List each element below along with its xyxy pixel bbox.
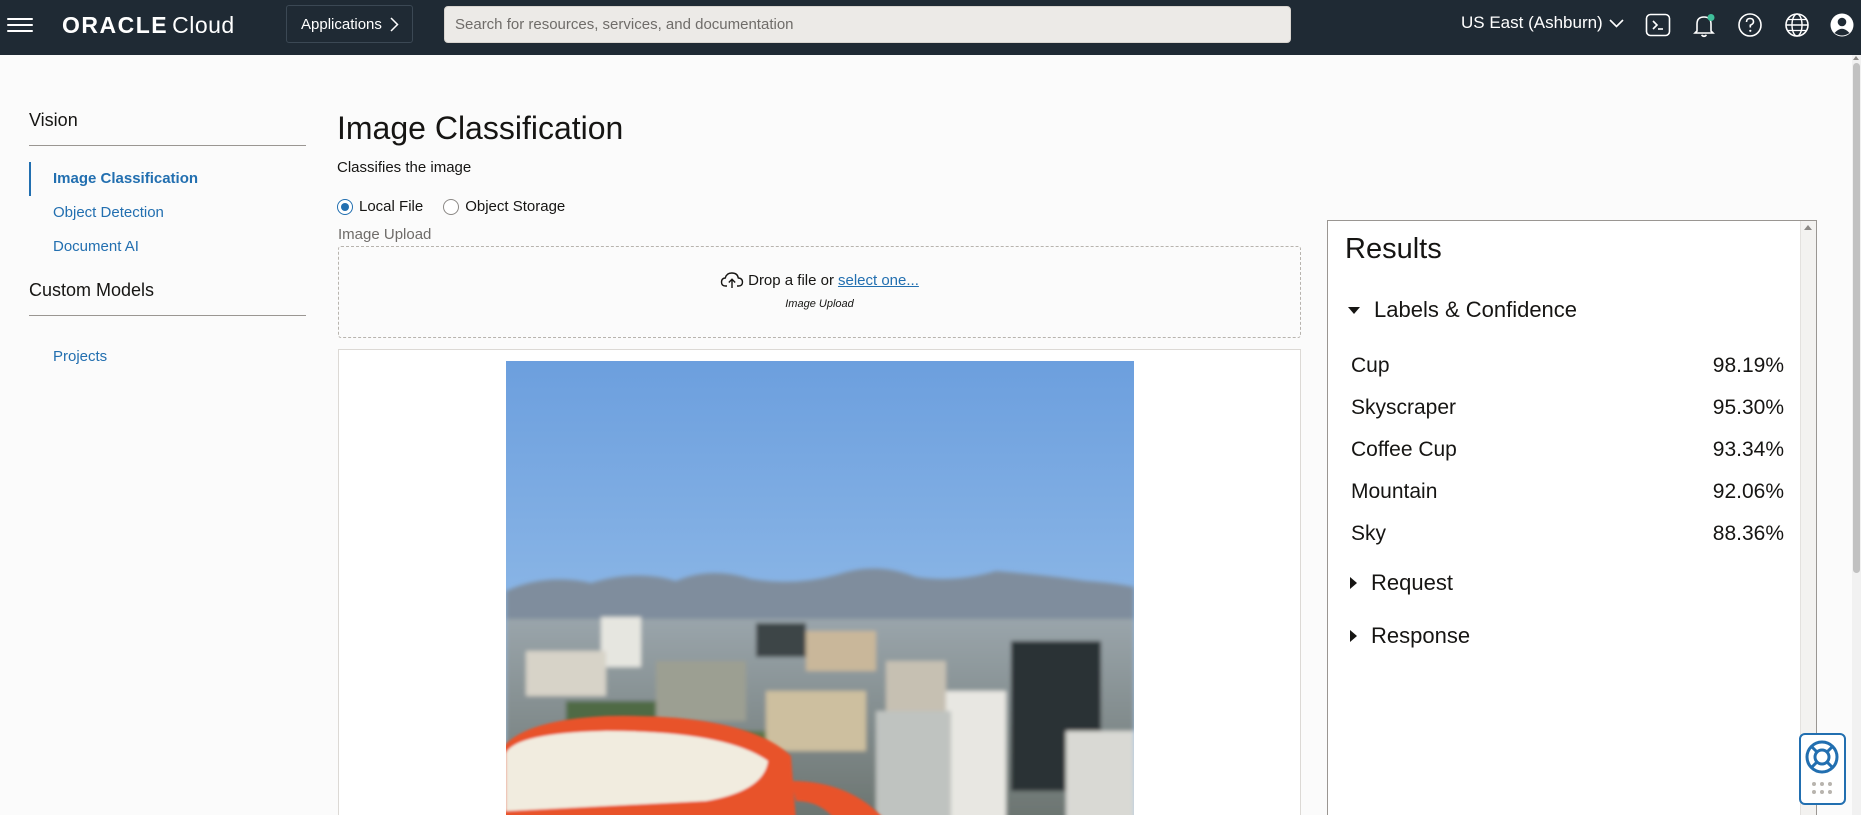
region-label: US East (Ashburn) bbox=[1461, 13, 1603, 32]
label-row: Coffee Cup 93.34% bbox=[1351, 438, 1784, 462]
search-input[interactable] bbox=[444, 6, 1291, 43]
image-upload-label: Image Upload bbox=[338, 226, 432, 243]
page-title: Image Classification bbox=[337, 110, 624, 146]
select-file-link[interactable]: select one... bbox=[838, 272, 919, 289]
globe-icon[interactable] bbox=[1784, 12, 1810, 38]
radio-checked-icon bbox=[337, 198, 353, 215]
page-header: Image Classification bbox=[337, 110, 623, 147]
page-scroll-up-icon[interactable] bbox=[1853, 56, 1859, 60]
lifebuoy-icon bbox=[1805, 740, 1839, 774]
scroll-up-arrow-icon[interactable] bbox=[1804, 225, 1812, 230]
drop-text: Drop a file or bbox=[748, 271, 834, 289]
sidebar-item-image-classification[interactable]: Image Classification bbox=[29, 162, 306, 196]
nav-heading-vision: Vision bbox=[29, 110, 306, 146]
object-storage-label: Object Storage bbox=[465, 198, 566, 215]
oracle-cloud-logo[interactable]: ORACLE Cloud bbox=[62, 12, 235, 39]
local-file-label: Local File bbox=[359, 198, 424, 215]
page-subtitle: Classifies the image bbox=[337, 159, 472, 176]
results-title: Results bbox=[1345, 233, 1442, 265]
uploaded-image bbox=[506, 361, 1134, 815]
label-row: Cup 98.19% bbox=[1351, 354, 1784, 378]
menu-icon[interactable] bbox=[7, 14, 33, 36]
vision-nav-list: Image Classification Object Detection Do… bbox=[29, 146, 306, 276]
brand-oracle: ORACLE bbox=[62, 12, 169, 38]
label-confidence: 93.34% bbox=[1712, 438, 1784, 461]
cloud-upload-icon bbox=[720, 272, 744, 288]
file-dropzone[interactable]: Drop a file or select one... Image Uploa… bbox=[338, 246, 1301, 338]
caret-down-icon bbox=[1348, 306, 1360, 314]
chevron-right-icon bbox=[390, 16, 399, 32]
cloud-shell-icon[interactable] bbox=[1645, 12, 1671, 38]
page-scroll-thumb[interactable] bbox=[1853, 63, 1860, 573]
caret-right-icon bbox=[1350, 577, 1357, 589]
help-icon[interactable] bbox=[1737, 12, 1763, 38]
applications-button[interactable]: Applications bbox=[286, 5, 413, 43]
page-scrollbar[interactable] bbox=[1852, 55, 1861, 815]
label-confidence: 95.30% bbox=[1712, 396, 1784, 419]
help-widget-button[interactable] bbox=[1799, 733, 1846, 805]
sidebar-item-projects[interactable]: Projects bbox=[29, 340, 306, 374]
image-source-radio-group: Local File Object Storage bbox=[337, 198, 565, 215]
label-row: Mountain 92.06% bbox=[1351, 480, 1784, 504]
results-scrollbar[interactable] bbox=[1800, 221, 1816, 815]
request-heading: Request bbox=[1371, 570, 1453, 595]
sidebar-item-object-detection[interactable]: Object Detection bbox=[29, 196, 306, 230]
left-navigation: Vision Image Classification Object Detec… bbox=[29, 110, 306, 386]
dropzone-caption: Image Upload bbox=[785, 298, 854, 310]
label-name: Mountain bbox=[1351, 480, 1438, 503]
chevron-down-icon bbox=[1609, 18, 1624, 28]
nav-heading-custom-models: Custom Models bbox=[29, 280, 306, 316]
radio-unchecked-icon bbox=[443, 198, 460, 215]
label-row: Skyscraper 95.30% bbox=[1351, 396, 1784, 420]
local-file-radio[interactable]: Local File bbox=[337, 198, 423, 215]
label-name: Skyscraper bbox=[1351, 396, 1457, 419]
labels-confidence-toggle[interactable]: Labels & Confidence bbox=[1348, 297, 1577, 323]
caret-right-icon bbox=[1350, 630, 1357, 642]
response-toggle[interactable]: Response bbox=[1348, 623, 1470, 649]
top-bar: ORACLECloud Applications US East (Ashbur… bbox=[0, 0, 1861, 55]
results-panel: Results Labels & Confidence Cup 98.19% S… bbox=[1327, 220, 1817, 815]
drop-instruction: Drop a file or select one... bbox=[339, 271, 1300, 289]
custom-models-nav-list: Projects bbox=[29, 316, 306, 386]
label-name: Sky bbox=[1351, 522, 1387, 545]
object-storage-radio[interactable]: Object Storage bbox=[443, 198, 565, 215]
bell-icon[interactable] bbox=[1691, 12, 1717, 38]
labels-confidence-heading: Labels & Confidence bbox=[1374, 297, 1578, 322]
drag-grip-icon[interactable] bbox=[1812, 782, 1832, 794]
brand-cloud: Cloud bbox=[172, 12, 235, 38]
region-selector[interactable]: US East (Ashburn) bbox=[1461, 13, 1624, 33]
user-icon[interactable] bbox=[1829, 12, 1855, 38]
request-toggle[interactable]: Request bbox=[1348, 570, 1453, 596]
response-heading: Response bbox=[1371, 623, 1471, 648]
applications-label: Applications bbox=[301, 15, 382, 33]
image-preview-panel bbox=[338, 349, 1301, 815]
label-name: Cup bbox=[1351, 354, 1390, 377]
label-confidence: 98.19% bbox=[1712, 354, 1784, 377]
label-confidence: 88.36% bbox=[1712, 522, 1784, 545]
label-name: Coffee Cup bbox=[1351, 438, 1457, 461]
label-row: Sky 88.36% bbox=[1351, 522, 1784, 546]
label-confidence: 92.06% bbox=[1712, 480, 1784, 503]
sidebar-item-document-ai[interactable]: Document AI bbox=[29, 230, 306, 264]
